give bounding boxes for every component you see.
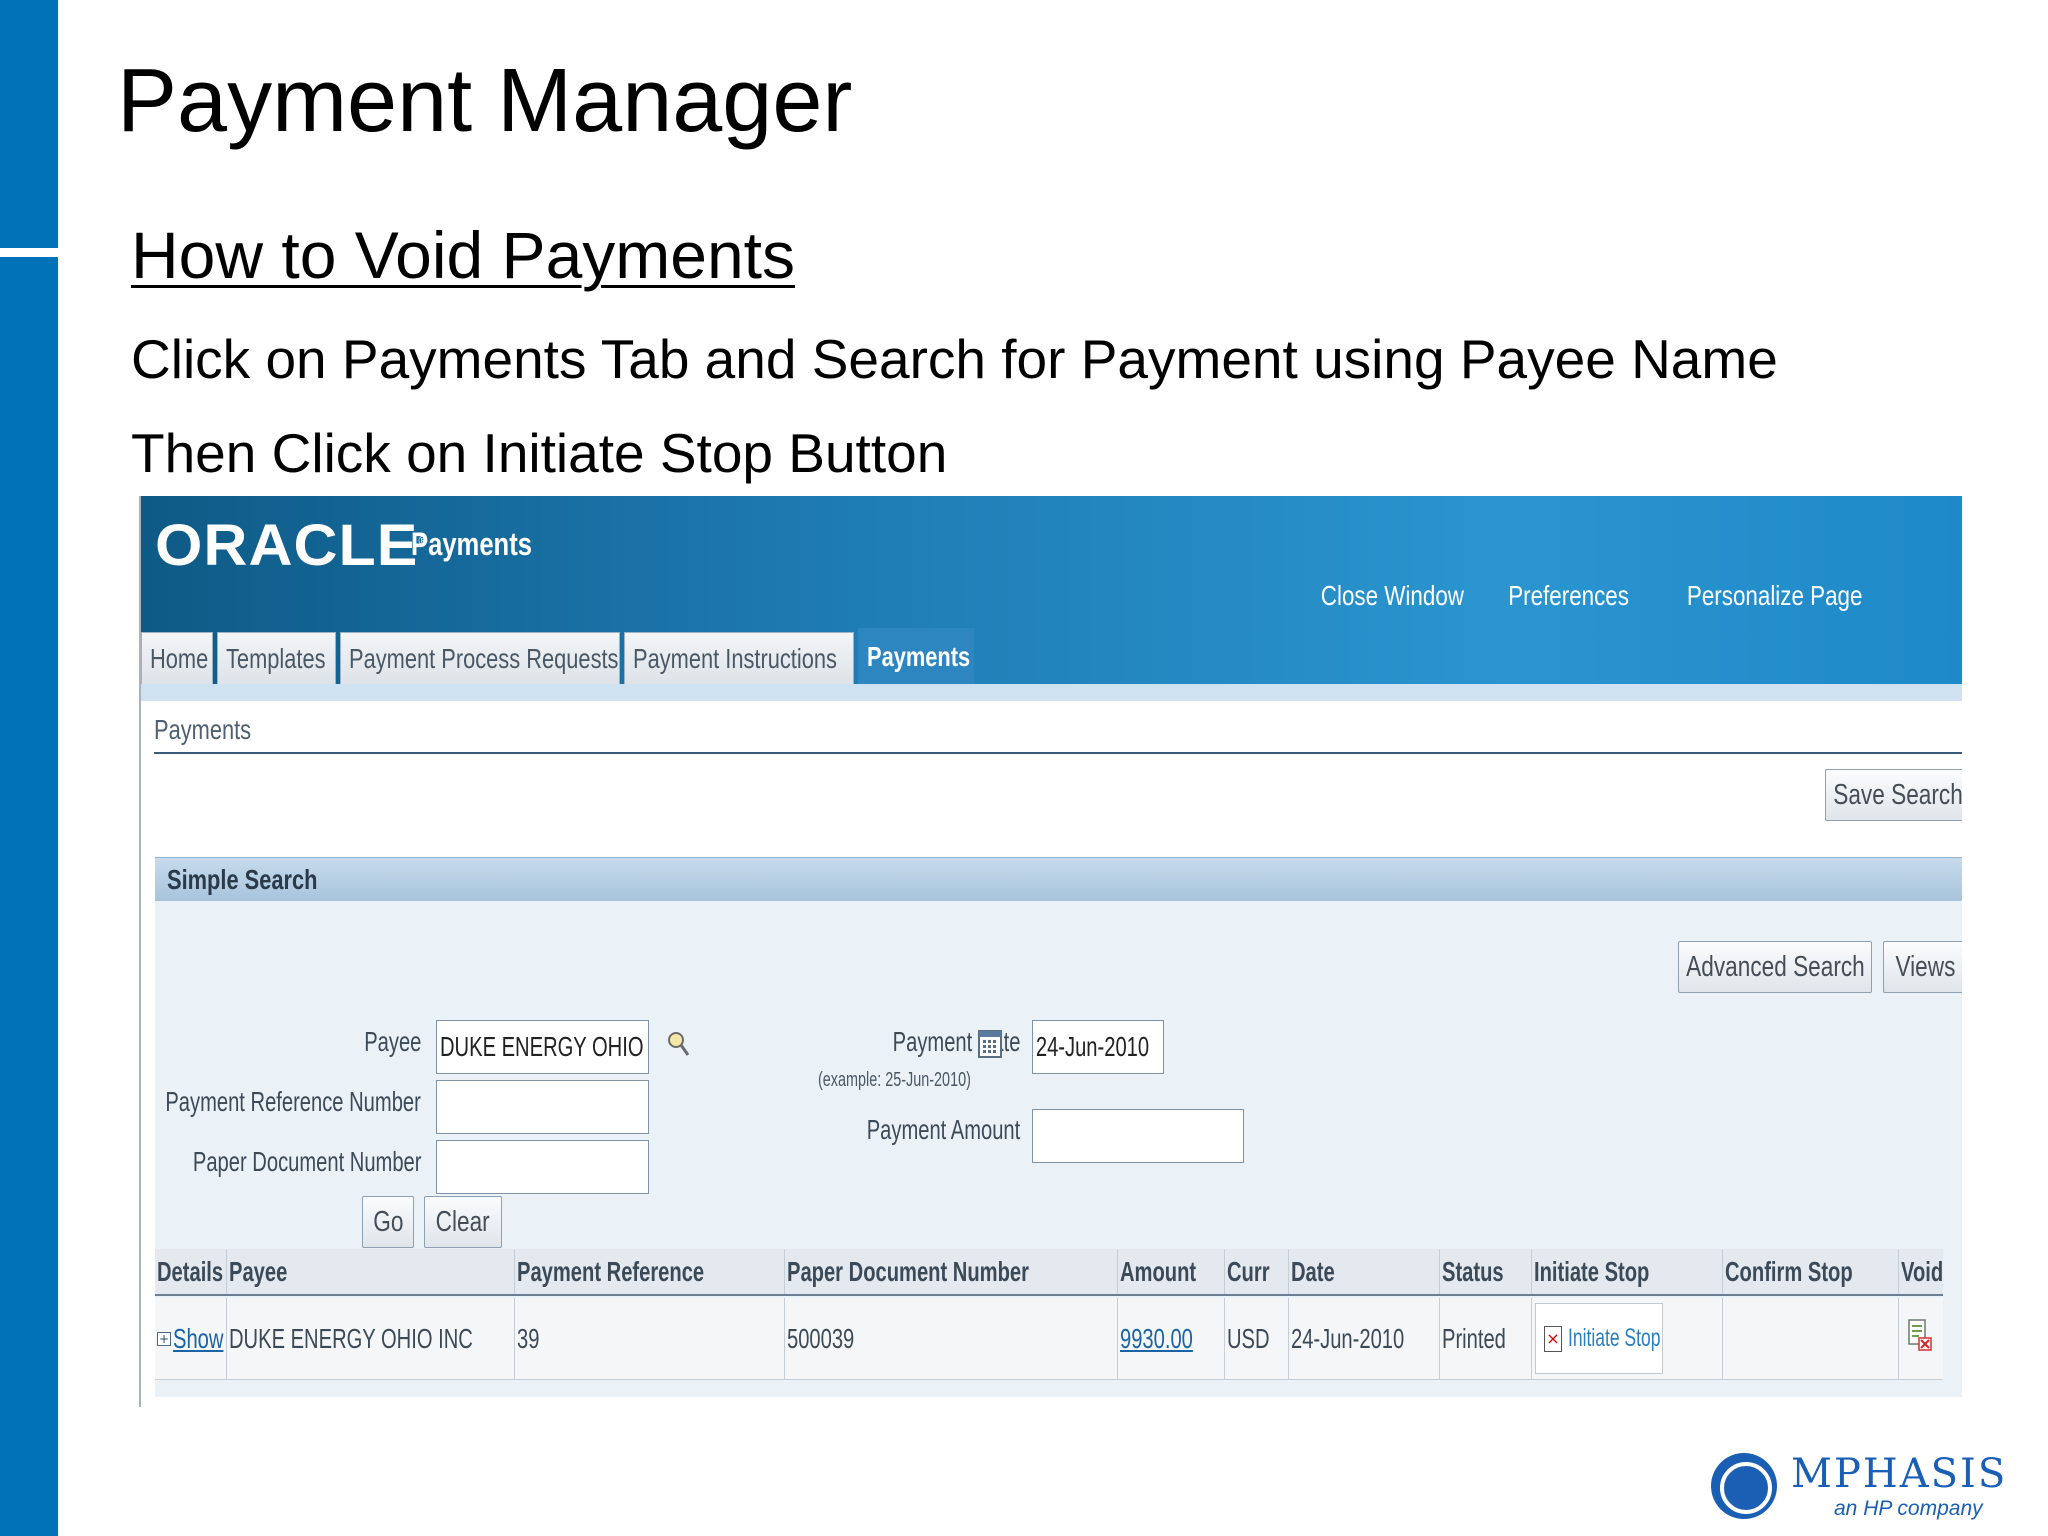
cell-void — [1899, 1298, 1943, 1379]
search-icon[interactable] — [665, 1029, 691, 1065]
column-header-date: Date — [1289, 1249, 1440, 1294]
payment-date-input[interactable] — [1033, 1021, 1163, 1073]
tab-templates[interactable]: Templates — [217, 632, 336, 684]
payee-field[interactable] — [436, 1020, 649, 1074]
payment-date-field[interactable] — [1032, 1020, 1164, 1074]
column-header-confirm-stop: Confirm Stop — [1723, 1249, 1899, 1294]
screenshot-left-border — [139, 496, 141, 1407]
cell-status: Printed — [1440, 1298, 1532, 1379]
column-header-paper-document-number: Paper Document Number — [785, 1249, 1118, 1294]
column-header-payee: Payee — [227, 1249, 515, 1294]
oracle-logo: ORACLE® — [155, 513, 429, 578]
payment-reference-number-input[interactable] — [437, 1081, 647, 1133]
results-table-header: Details Payee Payment Reference Paper Do… — [155, 1249, 1943, 1296]
payee-label: Payee — [363, 1026, 421, 1057]
app-header: ORACLE® Payments Close Window Preference… — [139, 496, 1962, 701]
paper-document-number-field[interactable] — [436, 1140, 649, 1194]
payment-amount-input[interactable] — [1033, 1110, 1242, 1162]
column-header-currency: Curr — [1225, 1249, 1289, 1294]
paper-document-number-label: Paper Document Number — [192, 1146, 421, 1177]
payment-reference-number-field[interactable] — [436, 1080, 649, 1134]
cell-initiate-stop: × Initiate Stop — [1532, 1298, 1723, 1379]
tab-payment-instructions[interactable]: Payment Instructions — [624, 632, 854, 684]
payment-date-example-hint: (example: 25-Jun-2010) — [818, 1069, 971, 1091]
global-links: Close Window Preferences Personalize Pag… — [1285, 580, 1862, 612]
close-x-icon: × — [1544, 1325, 1562, 1352]
preferences-link[interactable]: Preferences — [1508, 580, 1629, 612]
show-details-link[interactable]: Show — [173, 1323, 223, 1355]
go-button[interactable]: Go — [362, 1196, 414, 1248]
mphasis-logo-mark — [1711, 1453, 1777, 1519]
expand-icon[interactable]: + — [157, 1331, 171, 1346]
slide-side-bar-notch — [0, 248, 58, 257]
mphasis-tagline: an HP company — [1834, 1497, 1983, 1520]
tab-payments[interactable]: Payments — [858, 628, 974, 684]
cell-currency: USD — [1225, 1298, 1289, 1379]
slide-title: Payment Manager — [117, 51, 853, 151]
tab-bar: Home Templates Payment Process Requests … — [141, 628, 974, 684]
instruction-line-1: Click on Payments Tab and Search for Pay… — [131, 328, 1778, 390]
views-button[interactable]: Views — [1883, 941, 1962, 993]
cell-amount: 9930.00 — [1118, 1298, 1225, 1379]
personalize-page-link[interactable]: Personalize Page — [1686, 580, 1862, 612]
slide-subtitle: How to Void Payments — [131, 218, 795, 292]
calendar-icon[interactable] — [978, 1029, 1002, 1059]
column-header-details: Details — [155, 1249, 227, 1294]
close-window-link[interactable]: Close Window — [1320, 580, 1463, 612]
page-title-divider — [154, 752, 1962, 754]
cell-confirm-stop — [1723, 1298, 1899, 1379]
oracle-payments-screenshot: ORACLE® Payments Close Window Preference… — [139, 496, 1962, 1407]
column-header-amount: Amount — [1118, 1249, 1225, 1294]
advanced-search-button[interactable]: Advanced Search — [1678, 941, 1872, 993]
cell-date: 24-Jun-2010 — [1289, 1298, 1440, 1379]
initiate-stop-button[interactable]: × Initiate Stop — [1535, 1303, 1663, 1374]
clear-button[interactable]: Clear — [424, 1196, 502, 1248]
payment-amount-field[interactable] — [1032, 1109, 1244, 1163]
payment-reference-number-label: Payment Reference Number — [165, 1086, 421, 1117]
table-row: + Show DUKE ENERGY OHIO INC 39 500039 99… — [155, 1298, 1943, 1380]
app-name: Payments — [411, 526, 532, 562]
tab-payment-process-requests[interactable]: Payment Process Requests — [340, 632, 620, 684]
tab-underline-band — [139, 684, 1962, 701]
save-search-button[interactable]: Save Search — [1825, 769, 1962, 821]
cell-paper-document-number: 500039 — [785, 1298, 1118, 1379]
cell-payment-reference: 39 — [515, 1298, 785, 1379]
paper-document-number-input[interactable] — [437, 1141, 647, 1193]
simple-search-header: Simple Search — [155, 857, 1962, 901]
tab-home[interactable]: Home — [141, 632, 213, 684]
column-header-initiate-stop: Initiate Stop — [1532, 1249, 1723, 1294]
mphasis-logo: MPHASIS an HP company — [1711, 1451, 2005, 1521]
column-header-payment-reference: Payment Reference — [515, 1249, 785, 1294]
slide-side-bar — [0, 0, 58, 1536]
page-title: Payments — [154, 714, 252, 745]
column-header-void: Void — [1901, 1255, 1943, 1287]
void-document-icon[interactable] — [1907, 1318, 1933, 1354]
payment-amount-label: Payment Amount — [866, 1114, 1020, 1145]
mphasis-wordmark: MPHASIS — [1791, 1451, 2008, 1497]
instruction-line-2: Then Click on Initiate Stop Button — [131, 422, 948, 484]
cell-payee: DUKE ENERGY OHIO INC — [227, 1298, 515, 1379]
amount-link[interactable]: 9930.00 — [1120, 1323, 1193, 1355]
column-header-status: Status — [1440, 1249, 1532, 1294]
cell-details: + Show — [155, 1298, 227, 1379]
payee-input[interactable] — [437, 1021, 647, 1073]
